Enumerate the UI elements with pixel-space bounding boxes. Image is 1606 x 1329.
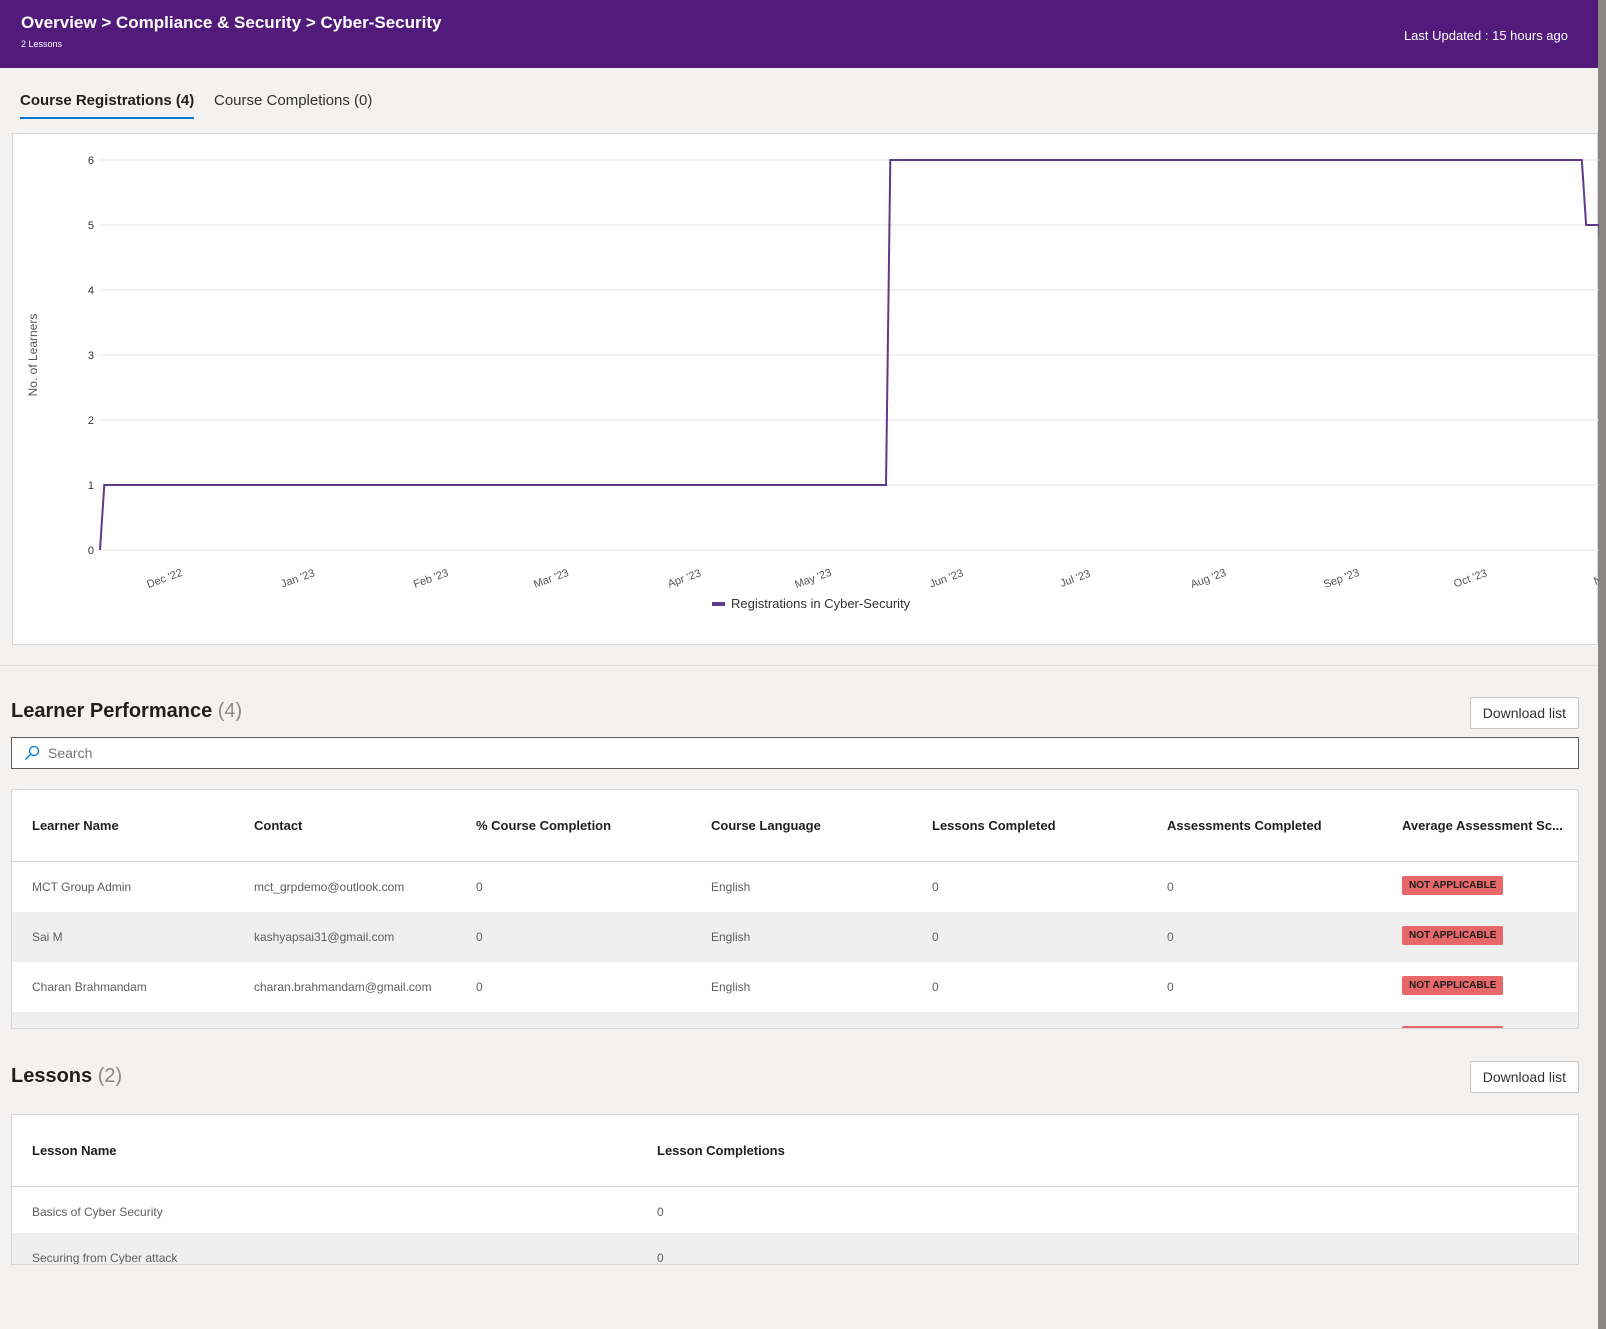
table-cell: 0 <box>476 930 483 944</box>
y-tick-label: 2 <box>88 415 94 427</box>
table-row[interactable]: NOT APPLICABLE <box>12 1012 1578 1028</box>
column-header[interactable]: Course Language <box>711 818 821 833</box>
table-cell: mct_grpdemo@outlook.com <box>254 880 405 894</box>
last-updated: Last Updated : 15 hours ago <box>1403 28 1568 43</box>
download-learners-button[interactable]: Download list <box>1469 697 1579 729</box>
y-tick-label: 0 <box>88 545 94 557</box>
section-count: (2) <box>97 1065 123 1087</box>
x-tick-label: Nov <box>1592 570 1599 588</box>
search-box[interactable] <box>11 737 1579 769</box>
x-tick-label: Aug '23 <box>1189 567 1228 591</box>
learner-performance-title: Learner Performance (4) <box>11 700 242 723</box>
table-cell: English <box>711 980 751 994</box>
table-cell: kashyapsai31@gmail.com <box>254 930 395 944</box>
column-header[interactable]: Contact <box>254 818 302 833</box>
x-tick-label: Feb '23 <box>412 567 450 591</box>
table-cell: charan.brahmandam@gmail.com <box>254 980 432 994</box>
table-cell: 0 <box>1167 930 1174 944</box>
status-badge: NOT APPLICABLE <box>1402 926 1504 945</box>
x-tick-label: Apr '23 <box>666 567 703 590</box>
x-tick-label: Oct '23 <box>1452 567 1489 590</box>
table-cell: Basics of Cyber Security <box>32 1205 163 1219</box>
x-tick-label: Dec '22 <box>145 567 184 591</box>
table-cell: 0 <box>932 930 939 944</box>
table-cell: 0 <box>1167 980 1174 994</box>
table-row[interactable]: Charan Brahmandam charan.brahmandam@gmail… <box>12 962 1578 1012</box>
table-body: MCT Group Admin mct_grpdemo@outlook.com 0 E… <box>12 862 1578 1028</box>
section-title: Lessons <box>11 1065 93 1087</box>
learner-table: Learner Name Contact % Course Completion Co… <box>11 789 1579 1029</box>
table-cell: English <box>711 930 751 944</box>
download-lessons-button[interactable]: Download list <box>1469 1061 1579 1093</box>
lessons-table: Lesson Name Lesson Completions Basics of … <box>11 1114 1579 1265</box>
column-header[interactable]: Lesson Name <box>32 1143 117 1158</box>
table-cell: Securing from Cyber attack <box>32 1251 178 1265</box>
y-axis-label: No. of Learners <box>26 314 40 397</box>
lessons-title: Lessons (2) <box>11 1065 122 1088</box>
table-cell: 0 <box>476 880 483 894</box>
column-header[interactable]: Average Assessment Sc... <box>1402 818 1563 833</box>
y-tick-label: 5 <box>88 220 94 232</box>
table-cell: Charan Brahmandam <box>32 980 147 994</box>
breadcrumb[interactable]: Overview > Compliance & Security > Cyber… <box>21 13 441 33</box>
section-count: (4) <box>217 700 243 722</box>
table-header: Lesson Name Lesson Completions <box>12 1115 1578 1187</box>
y-tick-label: 4 <box>88 285 94 297</box>
y-tick-label: 1 <box>88 480 94 492</box>
page-header: Overview > Compliance & Security > Cyber… <box>0 0 1598 68</box>
table-body: Basics of Cyber Security 0 Securing from C… <box>12 1187 1578 1264</box>
y-tick-label: 3 <box>88 350 94 362</box>
x-tick-label: Jul '23 <box>1059 568 1093 590</box>
table-cell: 0 <box>476 980 483 994</box>
section-title: Learner Performance <box>11 700 213 722</box>
table-header: Learner Name Contact % Course Completion Co… <box>12 790 1578 862</box>
table-row[interactable]: MCT Group Admin mct_grpdemo@outlook.com 0 E… <box>12 862 1578 912</box>
column-header[interactable]: % Course Completion <box>476 818 611 833</box>
status-badge: NOT APPLICABLE <box>1402 1026 1504 1028</box>
table-cell: 0 <box>657 1251 664 1265</box>
x-tick-label: Jun '23 <box>928 567 965 590</box>
column-header[interactable]: Lessons Completed <box>932 818 1056 833</box>
tab-course-registrations[interactable]: Course Registrations (4) <box>20 92 195 119</box>
x-tick-label: May '23 <box>793 567 833 591</box>
x-tick-label: Mar '23 <box>532 567 570 591</box>
table-row[interactable]: Sai M kashyapsai31@gmail.com 0 English 0 0 NOT… <box>12 912 1578 962</box>
search-input[interactable] <box>48 745 1578 761</box>
status-badge: NOT APPLICABLE <box>1402 976 1504 995</box>
table-row[interactable]: Securing from Cyber attack 0 <box>12 1233 1578 1265</box>
table-cell: 0 <box>657 1205 664 1219</box>
table-cell: 0 <box>932 980 939 994</box>
column-header[interactable]: Learner Name <box>32 818 119 833</box>
column-header[interactable]: Assessments Completed <box>1167 818 1322 833</box>
legend-item[interactable]: Registrations in Cyber-Security <box>731 596 911 611</box>
column-header[interactable]: Lesson Completions <box>657 1143 785 1158</box>
status-badge: NOT APPLICABLE <box>1402 876 1504 895</box>
table-cell: English <box>711 880 751 894</box>
search-icon <box>25 745 40 760</box>
table-cell: 0 <box>932 880 939 894</box>
x-tick-label: Jan '23 <box>279 567 316 590</box>
chart-svg: 0 1 2 3 4 5 6 Dec '22 Jan '23 Feb '23 Mar '23 Apr '… <box>26 155 1599 611</box>
lesson-count: 2 Lessons <box>21 39 63 49</box>
table-cell: Sai M <box>32 930 63 944</box>
y-tick-label: 6 <box>88 155 94 167</box>
tab-course-completions[interactable]: Course Completions (0) <box>214 92 372 117</box>
scrollbar[interactable] <box>1598 0 1606 1329</box>
legend-marker <box>712 602 725 606</box>
table-cell: MCT Group Admin <box>32 880 132 894</box>
x-tick-label: Sep '23 <box>1322 567 1361 591</box>
table-cell: 0 <box>1167 880 1174 894</box>
table-row[interactable]: Basics of Cyber Security 0 <box>12 1187 1578 1233</box>
registrations-chart: 0 1 2 3 4 5 6 Dec '22 Jan '23 Feb '23 Mar '23 Apr '… <box>12 133 1599 645</box>
divider <box>0 665 1598 666</box>
